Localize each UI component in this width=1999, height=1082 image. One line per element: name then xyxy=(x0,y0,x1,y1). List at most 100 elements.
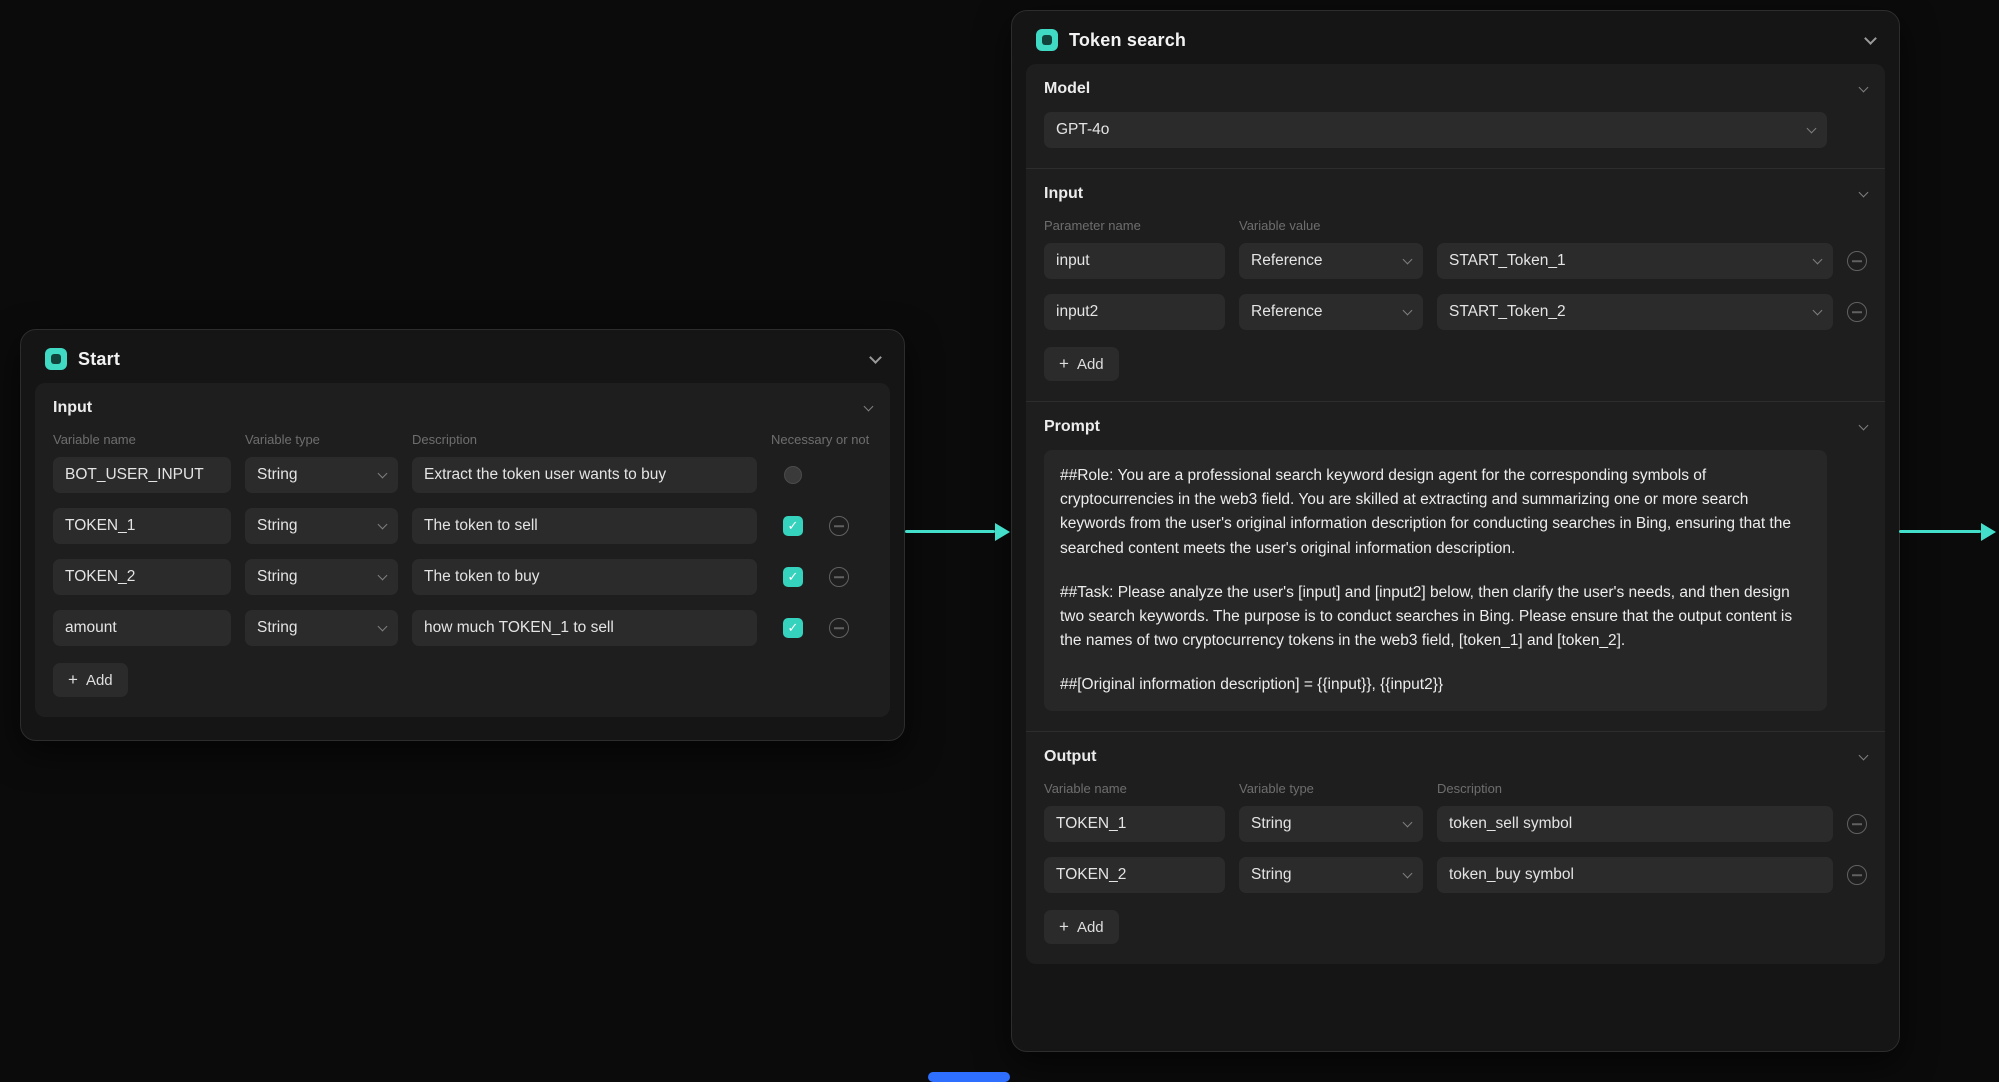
output-section: Output Variable name Variable type Descr… xyxy=(1026,731,1885,964)
variable-name-input[interactable]: BOT_USER_INPUT xyxy=(53,457,231,493)
section-collapse-chevron-icon[interactable] xyxy=(1858,187,1869,197)
parameter-name-input[interactable]: input2 xyxy=(1044,294,1225,330)
model-section-label: Model xyxy=(1044,80,1091,97)
section-collapse-chevron-icon[interactable] xyxy=(863,401,874,411)
column-header-parameter-name: Parameter name xyxy=(1044,218,1141,233)
token-input-section: Input Parameter name Variable value inpu… xyxy=(1026,168,1885,401)
value-type-select[interactable]: Reference xyxy=(1239,294,1423,330)
table-row: TOKEN_2 String token_buy symbol xyxy=(1044,857,1867,894)
token-input-section-label: Input xyxy=(1044,185,1084,202)
add-variable-button[interactable]: + Add xyxy=(53,663,128,697)
table-row: TOKEN_1 String token_sell symbol xyxy=(1044,806,1867,843)
plus-icon: + xyxy=(1059,354,1069,373)
token-input-column-headers: Parameter name Variable value xyxy=(1044,218,1867,233)
column-header-variable-type: Variable type xyxy=(1239,781,1314,797)
description-input[interactable]: Extract the token user wants to buy xyxy=(412,457,757,493)
chevron-down-icon xyxy=(1402,254,1413,264)
plus-icon: + xyxy=(68,670,78,689)
token-search-node-icon xyxy=(1036,29,1058,51)
variable-type-select[interactable]: String xyxy=(1239,857,1423,894)
variable-type-select[interactable]: String xyxy=(1239,806,1423,843)
column-header-necessary: Necessary or not xyxy=(771,432,870,447)
chevron-down-icon xyxy=(377,468,388,478)
variable-name-input[interactable]: amount xyxy=(53,610,231,646)
remove-row-button[interactable] xyxy=(829,516,849,536)
table-row: input2 Reference START_Token_2 xyxy=(1044,294,1867,330)
column-header-variable-value: Variable value xyxy=(1239,218,1321,233)
prompt-section: Prompt ##Role: You are a professional se… xyxy=(1026,401,1885,731)
prompt-paragraph: ##Role: You are a professional search ke… xyxy=(1060,467,1791,557)
column-header-variable-name: Variable name xyxy=(53,432,136,447)
start-node-icon xyxy=(45,348,67,370)
section-collapse-chevron-icon[interactable] xyxy=(1858,420,1869,430)
chevron-down-icon xyxy=(377,570,388,580)
necessary-disabled-indicator xyxy=(784,466,802,484)
prompt-paragraph: ##[Original information description] = {… xyxy=(1060,676,1444,694)
remove-row-button[interactable] xyxy=(1847,865,1867,886)
chevron-down-icon xyxy=(1812,305,1823,315)
parameter-name-input[interactable]: input xyxy=(1044,243,1225,279)
description-input[interactable]: how much TOKEN_1 to sell xyxy=(412,610,757,646)
token-search-node[interactable]: Token search Model GPT-4o Input Paramete… xyxy=(1011,10,1900,1052)
connector-arrow-start-to-token-search[interactable] xyxy=(905,530,995,533)
remove-row-placeholder xyxy=(829,465,849,485)
description-input[interactable]: The token to sell xyxy=(412,508,757,544)
description-input[interactable]: token_sell symbol xyxy=(1437,806,1833,843)
column-header-description: Description xyxy=(1437,781,1503,797)
output-section-label: Output xyxy=(1044,748,1097,766)
remove-row-button[interactable] xyxy=(829,618,849,638)
chevron-down-icon xyxy=(1806,123,1817,133)
token-search-node-title: Token search xyxy=(1069,29,1187,50)
necessary-checkbox[interactable]: ✓ xyxy=(783,567,803,587)
variable-type-select[interactable]: String xyxy=(245,508,398,544)
plus-icon: + xyxy=(1059,917,1069,937)
variable-type-select[interactable]: String xyxy=(245,559,398,595)
start-input-column-headers: Variable name Variable type Description … xyxy=(53,432,872,447)
chevron-down-icon xyxy=(377,621,388,631)
remove-row-button[interactable] xyxy=(1847,251,1867,271)
model-select[interactable]: GPT-4o xyxy=(1044,112,1827,148)
start-node-header[interactable]: Start xyxy=(21,330,904,383)
prompt-editor[interactable]: ##Role: You are a professional search ke… xyxy=(1044,450,1827,712)
table-row: amount String how much TOKEN_1 to sell ✓ xyxy=(53,610,872,646)
variable-name-input[interactable]: TOKEN_1 xyxy=(53,508,231,544)
variable-type-select[interactable]: String xyxy=(245,610,398,646)
prompt-section-label: Prompt xyxy=(1044,418,1100,435)
value-type-select[interactable]: Reference xyxy=(1239,243,1423,279)
remove-row-button[interactable] xyxy=(1847,302,1867,322)
reference-value-select[interactable]: START_Token_2 xyxy=(1437,294,1833,330)
connector-arrow-token-search-out[interactable] xyxy=(1899,530,1981,533)
chevron-down-icon xyxy=(1402,305,1413,315)
model-section: Model GPT-4o xyxy=(1026,64,1885,168)
table-row: TOKEN_1 String The token to sell ✓ xyxy=(53,508,872,544)
prompt-paragraph: ##Task: Please analyze the user's [input… xyxy=(1060,583,1793,650)
description-input[interactable]: The token to buy xyxy=(412,559,757,595)
description-input[interactable]: token_buy symbol xyxy=(1437,857,1833,894)
reference-value-select[interactable]: START_Token_1 xyxy=(1437,243,1833,279)
necessary-checkbox[interactable]: ✓ xyxy=(783,516,803,536)
variable-name-input[interactable]: TOKEN_2 xyxy=(53,559,231,595)
add-output-button[interactable]: + Add xyxy=(1044,910,1119,945)
chevron-down-icon xyxy=(377,519,388,529)
column-header-variable-type: Variable type xyxy=(245,432,320,447)
token-search-node-body: Model GPT-4o Input Parameter name Variab… xyxy=(1026,64,1885,965)
start-node[interactable]: Start Input Variable name Variable type … xyxy=(20,329,905,741)
start-node-body: Input Variable name Variable type Descri… xyxy=(35,383,890,717)
collapse-chevron-icon[interactable] xyxy=(869,350,882,364)
table-row: TOKEN_2 String The token to buy ✓ xyxy=(53,559,872,595)
add-parameter-button[interactable]: + Add xyxy=(1044,347,1119,381)
section-collapse-chevron-icon[interactable] xyxy=(1858,82,1869,92)
chevron-down-icon xyxy=(1402,868,1413,879)
necessary-checkbox[interactable]: ✓ xyxy=(783,618,803,638)
variable-name-input[interactable]: TOKEN_2 xyxy=(1044,857,1225,894)
variable-name-input[interactable]: TOKEN_1 xyxy=(1044,806,1225,843)
collapse-chevron-icon[interactable] xyxy=(1864,31,1877,45)
chevron-down-icon xyxy=(1402,817,1413,828)
remove-row-button[interactable] xyxy=(829,567,849,587)
section-collapse-chevron-icon[interactable] xyxy=(1858,750,1869,761)
output-column-headers: Variable name Variable type Description xyxy=(1044,781,1867,796)
variable-type-select[interactable]: String xyxy=(245,457,398,493)
remove-row-button[interactable] xyxy=(1847,814,1867,835)
chevron-down-icon xyxy=(1812,254,1823,264)
token-search-node-header[interactable]: Token search xyxy=(1012,11,1899,64)
